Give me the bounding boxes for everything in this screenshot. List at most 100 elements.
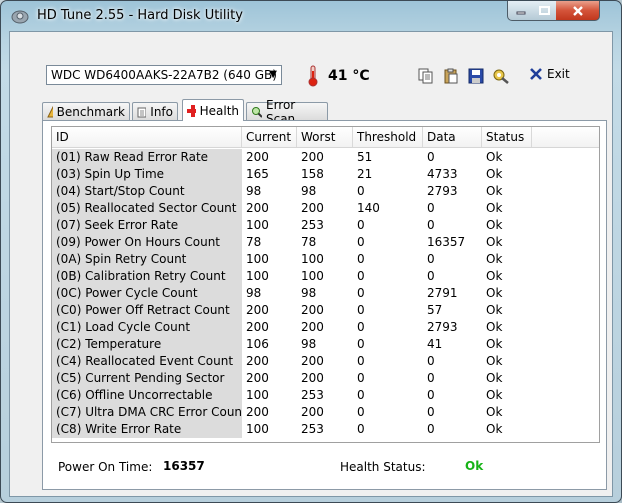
status-value: Ok <box>486 422 503 436</box>
column-header-id[interactable]: ID <box>52 127 242 147</box>
drive-select[interactable]: WDC WD6400AAKS-22A7B2 (640 GB) ▼ <box>46 65 282 85</box>
table-row[interactable]: (0C) Power Cycle Count 98 98 0 2791 Ok <box>52 285 599 302</box>
options-button[interactable] <box>490 65 512 87</box>
attribute-id: (01) Raw Read Error Rate <box>52 149 242 166</box>
column-header-status[interactable]: Status <box>482 127 532 147</box>
status-value: Ok <box>486 388 503 402</box>
column-header-data[interactable]: Data <box>423 127 482 147</box>
client-area: WDC WD6400AAKS-22A7B2 (640 GB) ▼ 41 °C E… <box>9 31 613 497</box>
table-row[interactable]: (01) Raw Read Error Rate 200 200 51 0 Ok <box>52 149 599 166</box>
raw-data-value: 0 <box>427 218 435 232</box>
raw-data-value: 0 <box>427 252 435 266</box>
raw-data-value: 0 <box>427 371 435 385</box>
table-row[interactable]: (C4) Reallocated Event Count 200 200 0 0 Ok <box>52 353 599 370</box>
current-value: 78 <box>246 235 262 249</box>
table-row[interactable]: (05) Reallocated Sector Count 200 200 140 0 O… <box>52 200 599 217</box>
raw-data-value: 0 <box>427 354 435 368</box>
threshold-value: 0 <box>357 354 365 368</box>
status-value: Ok <box>486 354 503 368</box>
table-row[interactable]: (09) Power On Hours Count 78 78 0 16357 Ok <box>52 234 599 251</box>
worst-value: 200 <box>301 201 324 215</box>
tab-label: Benchmark <box>56 104 125 119</box>
raw-data-value: 4733 <box>427 167 458 181</box>
benchmark-icon <box>47 106 53 117</box>
options-wrench-icon <box>493 69 509 84</box>
attribute-id: (04) Start/Stop Count <box>52 183 242 200</box>
paste-button[interactable] <box>440 65 462 87</box>
minimize-icon <box>516 11 525 14</box>
table-row[interactable]: (C2) Temperature 106 98 0 41 Ok <box>52 336 599 353</box>
status-value: Ok <box>486 150 503 164</box>
tab-benchmark[interactable]: Benchmark <box>42 102 130 120</box>
hd-tune-app-icon <box>11 10 29 24</box>
raw-data-value: 0 <box>427 201 435 215</box>
threshold-value: 0 <box>357 422 365 436</box>
attribute-id: (03) Spin Up Time <box>52 166 242 183</box>
health-status-value: Ok <box>465 459 484 473</box>
table-row[interactable]: (C1) Load Cycle Count 200 200 0 2793 Ok <box>52 319 599 336</box>
column-header-current[interactable]: Current <box>242 127 297 147</box>
raw-data-value: 41 <box>427 337 443 351</box>
worst-value: 253 <box>301 218 324 232</box>
column-header-worst[interactable]: Worst <box>297 127 353 147</box>
column-header-filler <box>532 127 599 147</box>
table-row[interactable]: (C0) Power Off Retract Count 200 200 0 57 Ok <box>52 302 599 319</box>
table-row[interactable]: (03) Spin Up Time 165 158 21 4733 Ok <box>52 166 599 183</box>
app-window: HD Tune 2.55 - Hard Disk Utility WDC WD6… <box>0 0 622 503</box>
threshold-value: 0 <box>357 371 365 385</box>
copy-button[interactable] <box>415 65 437 87</box>
drive-select-value: WDC WD6400AAKS-22A7B2 (640 GB) <box>51 68 277 82</box>
table-row[interactable]: (C7) Ultra DMA CRC Error Count 200 200 0 0 Ok <box>52 404 599 421</box>
copy-icon <box>418 68 433 84</box>
save-button[interactable] <box>465 65 487 87</box>
raw-data-value: 2791 <box>427 286 458 300</box>
attribute-id: (C7) Ultra DMA CRC Error Count <box>52 404 242 421</box>
threshold-value: 0 <box>357 337 365 351</box>
worst-value: 253 <box>301 422 324 436</box>
raw-data-value: 0 <box>427 150 435 164</box>
maximize-button[interactable] <box>532 1 557 21</box>
table-row[interactable]: (0A) Spin Retry Count 100 100 0 0 Ok <box>52 251 599 268</box>
table-row[interactable]: (0B) Calibration Retry Count 100 100 0 0 Ok <box>52 268 599 285</box>
title-bar[interactable]: HD Tune 2.55 - Hard Disk Utility <box>1 1 621 31</box>
table-row[interactable]: (07) Seek Error Rate 100 253 0 0 Ok <box>52 217 599 234</box>
temperature-readout: 41 °C <box>328 68 370 84</box>
tab-info[interactable]: Info <box>132 102 178 120</box>
table-row[interactable]: (C5) Current Pending Sector 200 200 0 0 Ok <box>52 370 599 387</box>
status-value: Ok <box>486 218 503 232</box>
attribute-id: (C1) Load Cycle Count <box>52 319 242 336</box>
exit-button[interactable]: Exit <box>530 67 570 81</box>
worst-value: 200 <box>301 371 324 385</box>
status-footer: Power On Time: 16357 Health Status: Ok <box>43 448 606 488</box>
attribute-id: (C4) Reallocated Event Count <box>52 353 242 370</box>
table-row[interactable]: (C8) Write Error Rate 100 253 0 0 Ok <box>52 421 599 438</box>
chevron-down-icon: ▼ <box>269 69 277 80</box>
tab-error-scan[interactable]: Error Scan <box>246 98 328 126</box>
minimize-button[interactable] <box>507 1 534 21</box>
exit-label: Exit <box>547 67 570 81</box>
tab-label: Health <box>199 103 239 118</box>
close-button[interactable] <box>556 1 600 21</box>
threshold-value: 140 <box>357 201 380 215</box>
threshold-value: 0 <box>357 405 365 419</box>
status-value: Ok <box>486 201 503 215</box>
current-value: 200 <box>246 371 269 385</box>
column-header-threshold[interactable]: Threshold <box>353 127 423 147</box>
worst-value: 98 <box>301 286 317 300</box>
table-row[interactable]: (04) Start/Stop Count 98 98 0 2793 Ok <box>52 183 599 200</box>
status-value: Ok <box>486 269 503 283</box>
attribute-id: (C8) Write Error Rate <box>52 421 242 438</box>
worst-value: 78 <box>301 235 317 249</box>
status-value: Ok <box>486 235 503 249</box>
status-value: Ok <box>486 167 503 181</box>
health-status-label: Health Status: <box>340 460 426 474</box>
floppy-save-icon <box>468 68 484 84</box>
tab-health[interactable]: Health <box>182 99 244 121</box>
table-row[interactable]: (C6) Offline Uncorrectable 100 253 0 0 Ok <box>52 387 599 404</box>
magnifier-icon <box>252 106 262 118</box>
thermometer-icon <box>308 65 318 87</box>
worst-value: 200 <box>301 405 324 419</box>
threshold-value: 0 <box>357 218 365 232</box>
raw-data-value: 0 <box>427 422 435 436</box>
raw-data-value: 0 <box>427 269 435 283</box>
